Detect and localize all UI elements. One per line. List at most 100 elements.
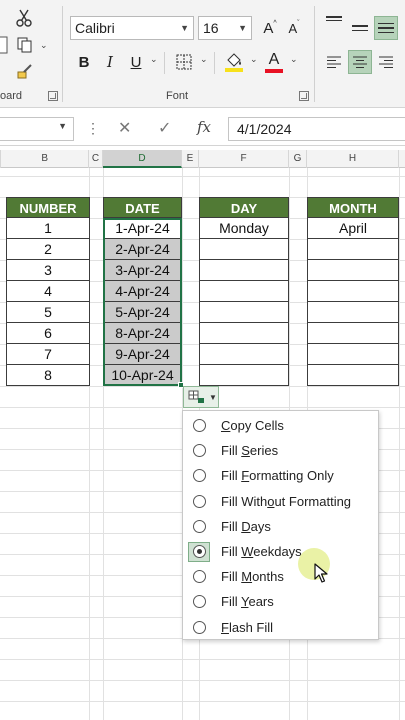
decrease-font-size-button[interactable]: Aˇ <box>282 16 306 40</box>
column-header-e[interactable]: E <box>182 150 199 168</box>
month-cell[interactable] <box>307 344 399 365</box>
number-cell[interactable]: 4 <box>6 281 90 302</box>
date-cell[interactable]: 1-Apr-24 <box>103 218 182 239</box>
radio-button[interactable] <box>188 516 210 536</box>
number-cell[interactable]: 6 <box>6 323 90 344</box>
insert-function-icon[interactable]: fx <box>197 118 211 136</box>
radio-button[interactable] <box>188 491 210 511</box>
autofill-option[interactable]: Copy Cells <box>183 413 378 438</box>
autofill-option[interactable]: Fill Formatting Only <box>183 463 378 488</box>
align-right-button[interactable] <box>374 50 398 74</box>
day-cell[interactable]: Monday <box>199 218 289 239</box>
copy-icon[interactable] <box>14 35 36 55</box>
radio-button[interactable] <box>188 617 210 637</box>
date-cell[interactable]: 2-Apr-24 <box>103 239 182 260</box>
copy-dropdown-caret[interactable]: ⌄ <box>40 40 48 51</box>
month-cell[interactable] <box>307 365 399 386</box>
number-cell[interactable]: 1 <box>6 218 90 239</box>
clipboard-dialog-launcher[interactable] <box>48 91 58 101</box>
column-header-h[interactable]: H <box>307 150 399 168</box>
align-bottom-button[interactable] <box>374 16 398 40</box>
label-text: ears <box>248 594 274 610</box>
italic-button[interactable]: I <box>98 50 122 74</box>
number-cell[interactable]: 2 <box>6 239 90 260</box>
radio-button[interactable] <box>188 567 210 587</box>
align-left-button[interactable] <box>322 50 346 74</box>
fill-color-dropdown-caret[interactable]: ⌄ <box>250 54 258 65</box>
fill-color-button[interactable] <box>222 48 246 76</box>
header-month[interactable]: MONTH <box>307 197 399 218</box>
number-cell[interactable]: 7 <box>6 344 90 365</box>
paste-icon[interactable] <box>0 34 8 56</box>
number-cell[interactable]: 5 <box>6 302 90 323</box>
date-cell[interactable]: 10-Apr-24 <box>103 365 182 386</box>
chevron-down-icon[interactable]: ▼ <box>180 17 189 39</box>
decrease-font-icon: A <box>288 20 298 36</box>
header-day[interactable]: DAY <box>199 197 289 218</box>
font-dialog-launcher[interactable] <box>299 91 309 101</box>
day-cell[interactable] <box>199 323 289 344</box>
autofill-option[interactable]: Fill Weekdays <box>183 539 378 564</box>
month-cell[interactable] <box>307 323 399 344</box>
autofill-option[interactable]: Fill Series <box>183 438 378 463</box>
date-cell[interactable]: 8-Apr-24 <box>103 323 182 344</box>
chevron-down-icon[interactable]: ▼ <box>238 17 247 39</box>
number-cell[interactable]: 8 <box>6 365 90 386</box>
font-size-box[interactable]: 16 ▼ <box>198 16 252 40</box>
autofill-option[interactable]: Flash Fill <box>183 615 378 640</box>
autofill-option[interactable]: Fill Years <box>183 589 378 614</box>
radio-button[interactable] <box>188 466 210 486</box>
chevron-down-icon[interactable]: ▼ <box>58 121 67 131</box>
month-cell[interactable] <box>307 239 399 260</box>
month-cell[interactable] <box>307 281 399 302</box>
underline-dropdown-caret[interactable]: ⌄ <box>150 54 158 65</box>
month-cell[interactable] <box>307 302 399 323</box>
column-header-c[interactable]: C <box>89 150 103 168</box>
font-color-button[interactable]: A <box>262 48 286 76</box>
font-color-dropdown-caret[interactable]: ⌄ <box>290 54 298 65</box>
autofill-option[interactable]: Fill Months <box>183 564 378 589</box>
borders-button[interactable] <box>172 50 196 74</box>
column-header-b[interactable]: B <box>0 150 89 168</box>
format-painter-icon[interactable] <box>14 61 36 81</box>
day-cell[interactable] <box>199 302 289 323</box>
day-cell[interactable] <box>199 344 289 365</box>
number-cell[interactable]: 3 <box>6 260 90 281</box>
header-date[interactable]: DATE <box>103 197 182 218</box>
header-number[interactable]: NUMBER <box>6 197 90 218</box>
column-header-f[interactable]: F <box>199 150 289 168</box>
month-cell[interactable] <box>307 260 399 281</box>
align-center-button[interactable] <box>348 50 372 74</box>
date-cell[interactable]: 5-Apr-24 <box>103 302 182 323</box>
bold-button[interactable]: B <box>72 50 96 74</box>
day-cell[interactable] <box>199 260 289 281</box>
formula-input[interactable]: 4/1/2024 <box>228 117 405 141</box>
column-header-d[interactable]: D <box>103 150 182 168</box>
align-top-button[interactable] <box>322 12 346 36</box>
date-cell[interactable]: 9-Apr-24 <box>103 344 182 365</box>
date-cell[interactable]: 4-Apr-24 <box>103 281 182 302</box>
increase-font-size-button[interactable]: A ^ <box>258 16 282 40</box>
autofill-option[interactable]: Fill Without Formatting <box>183 489 378 514</box>
day-cell[interactable] <box>199 365 289 386</box>
column-header-g[interactable]: G <box>289 150 307 168</box>
name-box[interactable]: ▼ <box>0 117 74 141</box>
borders-dropdown-caret[interactable]: ⌄ <box>200 54 208 65</box>
more-options-icon[interactable]: ⋮ <box>86 120 100 137</box>
date-cell[interactable]: 3-Apr-24 <box>103 260 182 281</box>
enter-icon[interactable]: ✓ <box>158 118 171 138</box>
radio-button[interactable] <box>188 416 210 436</box>
autofill-options-button[interactable]: ▼ <box>183 386 219 408</box>
cancel-icon[interactable]: ✕ <box>118 118 131 138</box>
radio-button[interactable] <box>188 441 210 461</box>
radio-button[interactable] <box>188 592 210 612</box>
radio-button[interactable] <box>188 541 210 562</box>
month-cell[interactable]: April <box>307 218 399 239</box>
align-middle-button[interactable] <box>348 16 372 40</box>
day-cell[interactable] <box>199 281 289 302</box>
autofill-option[interactable]: Fill Days <box>183 514 378 539</box>
day-cell[interactable] <box>199 239 289 260</box>
cut-icon[interactable] <box>14 8 34 28</box>
underline-button[interactable]: U <box>124 50 148 74</box>
font-name-box[interactable]: Calibri ▼ <box>70 16 194 40</box>
